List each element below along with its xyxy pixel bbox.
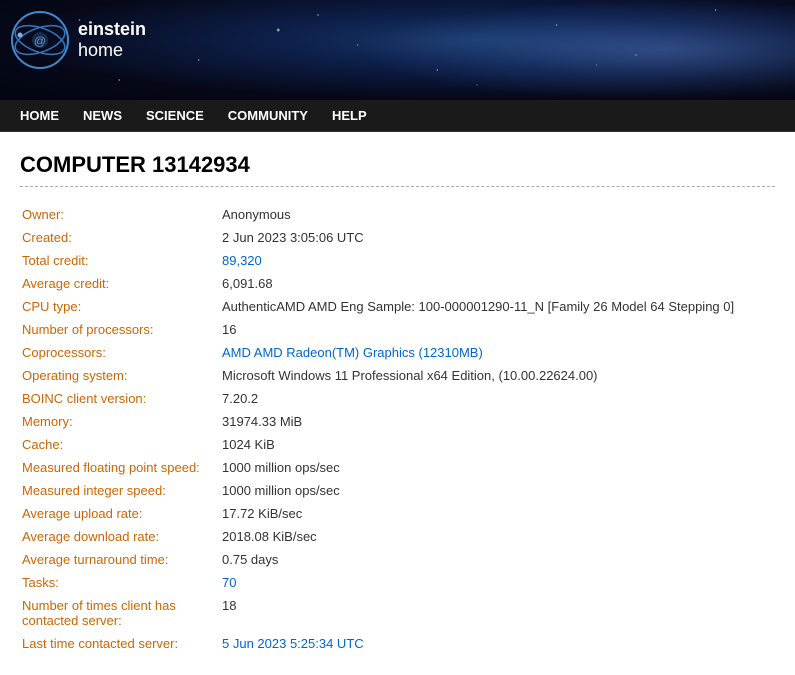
table-row: Created:2 Jun 2023 3:05:06 UTC (20, 226, 775, 249)
field-label: Average credit: (20, 272, 220, 295)
table-row: Average download rate:2018.08 KiB/sec (20, 525, 775, 548)
table-row: Owner:Anonymous (20, 203, 775, 226)
field-value: 89,320 (220, 249, 775, 272)
main-content: COMPUTER 13142934 Owner:AnonymousCreated… (0, 132, 795, 675)
field-value: Anonymous (220, 203, 775, 226)
field-label: Operating system: (20, 364, 220, 387)
svg-text:@: @ (34, 34, 46, 48)
field-label: CPU type: (20, 295, 220, 318)
table-row: Cache:1024 KiB (20, 433, 775, 456)
einstein-home-logo-icon: @ (10, 10, 70, 70)
table-row: Memory:31974.33 MiB (20, 410, 775, 433)
nav-item-community[interactable]: COMMUNITY (216, 102, 320, 129)
table-row: BOINC client version:7.20.2 (20, 387, 775, 410)
field-value: 17.72 KiB/sec (220, 502, 775, 525)
field-value: 70 (220, 571, 775, 594)
field-label: Average turnaround time: (20, 548, 220, 571)
field-label: Average upload rate: (20, 502, 220, 525)
field-label: Measured integer speed: (20, 479, 220, 502)
table-row: Total credit:89,320 (20, 249, 775, 272)
nav-item-news[interactable]: NEWS (71, 102, 134, 129)
table-row: Average upload rate:17.72 KiB/sec (20, 502, 775, 525)
field-value: 31974.33 MiB (220, 410, 775, 433)
field-value: 1000 million ops/sec (220, 479, 775, 502)
field-value: 1024 KiB (220, 433, 775, 456)
logo-text: einstein home (78, 19, 146, 61)
field-value-link[interactable]: 70 (222, 575, 236, 590)
table-row: Average credit:6,091.68 (20, 272, 775, 295)
field-label: Memory: (20, 410, 220, 433)
field-label: BOINC client version: (20, 387, 220, 410)
field-value: 16 (220, 318, 775, 341)
table-row: Measured floating point speed:1000 milli… (20, 456, 775, 479)
field-value: AuthenticAMD AMD Eng Sample: 100-0000012… (220, 295, 775, 318)
table-row: Number of processors:16 (20, 318, 775, 341)
field-value: AMD AMD Radeon(TM) Graphics (12310MB) (220, 341, 775, 364)
table-row: CPU type:AuthenticAMD AMD Eng Sample: 10… (20, 295, 775, 318)
navigation: HOME NEWS SCIENCE COMMUNITY HELP (0, 100, 795, 132)
header: @ einstein home (0, 0, 795, 100)
field-label: Owner: (20, 203, 220, 226)
field-value: 2 Jun 2023 3:05:06 UTC (220, 226, 775, 249)
field-label: Tasks: (20, 571, 220, 594)
table-row: Operating system:Microsoft Windows 11 Pr… (20, 364, 775, 387)
field-value: Microsoft Windows 11 Professional x64 Ed… (220, 364, 775, 387)
field-label: Number of times client has contacted ser… (20, 594, 220, 632)
table-row: Measured integer speed:1000 million ops/… (20, 479, 775, 502)
table-row: Average turnaround time:0.75 days (20, 548, 775, 571)
field-value: 0.75 days (220, 548, 775, 571)
field-label: Cache: (20, 433, 220, 456)
field-value: 7.20.2 (220, 387, 775, 410)
field-value: 2018.08 KiB/sec (220, 525, 775, 548)
field-label: Created: (20, 226, 220, 249)
field-value-link[interactable]: AMD AMD Radeon(TM) Graphics (12310MB) (222, 345, 483, 360)
nav-item-science[interactable]: SCIENCE (134, 102, 216, 129)
field-value: 1000 million ops/sec (220, 456, 775, 479)
table-row: Tasks:70 (20, 571, 775, 594)
field-label: Average download rate: (20, 525, 220, 548)
field-label: Last time contacted server: (20, 632, 220, 655)
field-value: 18 (220, 594, 775, 632)
field-value-link[interactable]: 5 Jun 2023 5:25:34 UTC (222, 636, 364, 651)
header-logo: @ einstein home (10, 10, 146, 70)
nav-item-home[interactable]: HOME (8, 102, 71, 129)
computer-info-table: Owner:AnonymousCreated:2 Jun 2023 3:05:0… (20, 203, 775, 655)
nav-item-help[interactable]: HELP (320, 102, 379, 129)
header-nebula (358, 0, 795, 100)
table-row: Coprocessors:AMD AMD Radeon(TM) Graphics… (20, 341, 775, 364)
table-row: Number of times client has contacted ser… (20, 594, 775, 632)
page-title: COMPUTER 13142934 (20, 152, 775, 178)
field-label: Number of processors: (20, 318, 220, 341)
field-label: Total credit: (20, 249, 220, 272)
table-row: Last time contacted server:5 Jun 2023 5:… (20, 632, 775, 655)
field-value: 6,091.68 (220, 272, 775, 295)
divider (20, 186, 775, 187)
field-label: Coprocessors: (20, 341, 220, 364)
field-value: 5 Jun 2023 5:25:34 UTC (220, 632, 775, 655)
field-value-link[interactable]: 89,320 (222, 253, 262, 268)
field-label: Measured floating point speed: (20, 456, 220, 479)
